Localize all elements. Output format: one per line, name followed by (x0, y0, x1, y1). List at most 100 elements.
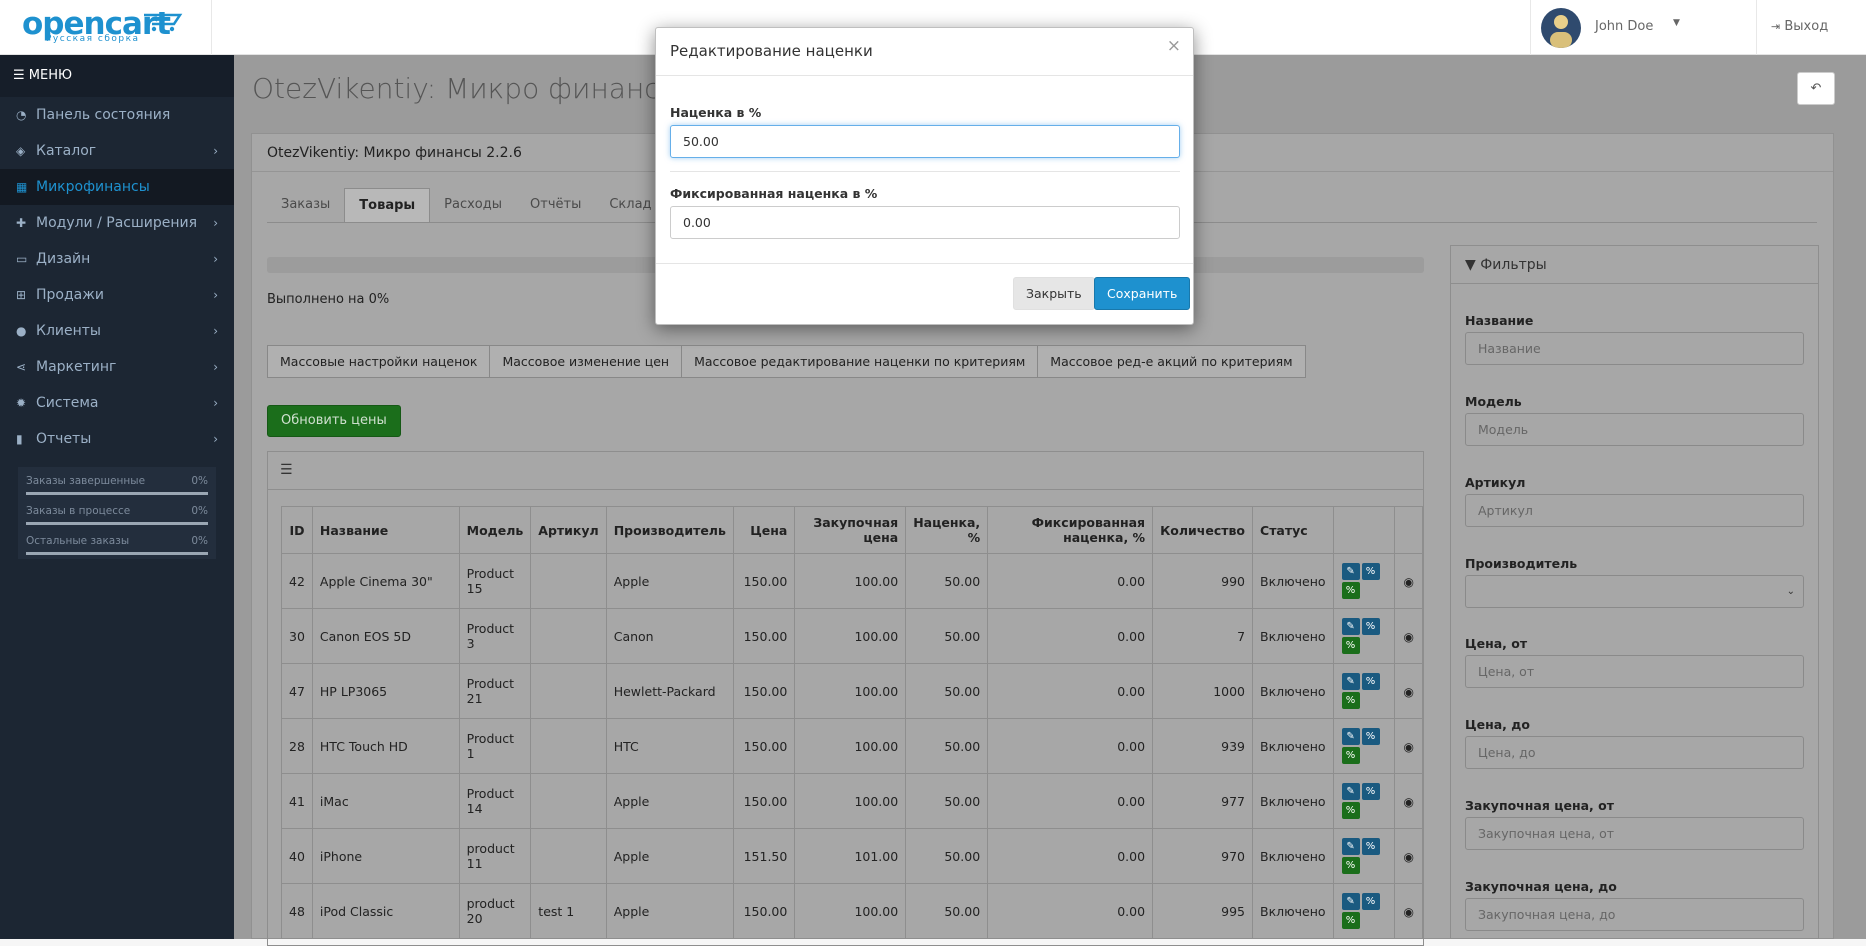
column-header[interactable]: Фиксированная наценка, % (987, 506, 1154, 554)
table-cell: Apple (605, 883, 734, 939)
pencil-icon[interactable]: ✎ (1341, 618, 1360, 635)
filter-price-to-label: Цена, до (1465, 717, 1530, 732)
percent-icon[interactable]: % (1361, 838, 1380, 855)
filter-cost-to-input[interactable]: Закупочная цена, до (1465, 898, 1804, 931)
sidebar-item-design[interactable]: ▭ Дизайн › (0, 241, 234, 277)
tab-orders[interactable]: Заказы (267, 188, 344, 222)
save-button[interactable]: Сохранить (1094, 277, 1191, 310)
percent-icon[interactable]: % (1361, 893, 1380, 910)
mass-markup-criteria-button[interactable]: Массовое редактирование наценки по крите… (681, 345, 1039, 378)
pencil-icon[interactable]: ✎ (1341, 673, 1360, 690)
fixed-markup-input[interactable] (670, 206, 1180, 239)
tab-products[interactable]: Товары (344, 188, 431, 222)
percent-icon[interactable]: % (1341, 802, 1360, 819)
back-button[interactable]: ↶ (1797, 72, 1835, 105)
pencil-icon[interactable]: ✎ (1341, 728, 1360, 745)
close-button[interactable]: Закрыть (1013, 277, 1095, 310)
menu-toggle[interactable]: ☰ МЕНЮ (0, 55, 234, 97)
pencil-icon[interactable]: ✎ (1341, 893, 1360, 910)
modal-header: Редактирование наценки × (656, 28, 1193, 76)
eye-icon[interactable]: ◉ (1403, 575, 1413, 589)
pencil-icon[interactable]: ✎ (1341, 783, 1360, 800)
percent-icon[interactable]: % (1341, 582, 1360, 599)
table-cell: Включено (1252, 883, 1334, 939)
filter-price-from-input[interactable]: Цена, от (1465, 655, 1804, 688)
table-row: 42 Apple Cinema 30" Product 15 Apple 150.00 1… (281, 553, 1423, 609)
pencil-icon[interactable]: ✎ (1341, 838, 1360, 855)
pencil-icon[interactable]: ✎ (1341, 563, 1360, 580)
sidebar-item-microfinance[interactable]: ▦ Микрофинансы (0, 169, 234, 205)
percent-icon[interactable]: % (1341, 692, 1360, 709)
table-cell: Product 21 (458, 663, 532, 719)
eye-icon[interactable]: ◉ (1403, 685, 1413, 699)
table-cell: 50.00 (905, 663, 989, 719)
table-cell: 150.00 (732, 883, 796, 939)
logout-button[interactable]: ⇥ Выход (1756, 0, 1866, 55)
column-header[interactable]: Название (311, 506, 460, 554)
column-header[interactable]: Модель (458, 506, 532, 554)
sidebar-item-label: Клиенты (36, 323, 101, 339)
chevron-right-icon: › (213, 288, 218, 302)
filter-price-to-input[interactable]: Цена, до (1465, 736, 1804, 769)
eye-icon[interactable]: ◉ (1403, 740, 1413, 754)
sidebar-item-label: Микрофинансы (36, 179, 150, 195)
filter-model-input[interactable]: Модель (1465, 413, 1804, 446)
eye-icon[interactable]: ◉ (1403, 850, 1413, 864)
percent-icon[interactable]: % (1361, 563, 1380, 580)
column-header[interactable]: Закупочная цена (794, 506, 907, 554)
row-actions: ✎%% (1332, 773, 1396, 829)
view-cell: ◉ (1394, 828, 1423, 884)
table-cell: Canon (605, 608, 734, 664)
tabs: Заказы Товары Расходы Отчёты Склад Н (267, 188, 703, 222)
tab-reports[interactable]: Отчёты (516, 188, 595, 222)
table-cell: 970 (1152, 828, 1254, 884)
percent-icon[interactable]: % (1361, 673, 1380, 690)
mass-price-change-button[interactable]: Массовое изменение цен (489, 345, 683, 378)
filter-name-input[interactable]: Название (1465, 332, 1804, 365)
eye-icon[interactable]: ◉ (1403, 630, 1413, 644)
percent-icon[interactable]: % (1341, 912, 1360, 929)
filter-manufacturer-select[interactable]: ⌄ (1465, 575, 1804, 608)
filter-sku-input[interactable]: Артикул (1465, 494, 1804, 527)
column-header[interactable]: ID (281, 506, 313, 554)
table-cell: test 1 (530, 883, 607, 939)
user-menu[interactable]: John Doe ▼ (1530, 0, 1756, 55)
table-cell: Включено (1252, 553, 1334, 609)
sidebar-item-dashboard[interactable]: ◔ Панель состояния (0, 97, 234, 133)
column-header[interactable]: Производитель (605, 506, 734, 554)
tab-expenses[interactable]: Расходы (430, 188, 516, 222)
sidebar-item-catalog[interactable]: ◈ Каталог › (0, 133, 234, 169)
sidebar-item-reports[interactable]: ▮ Отчеты › (0, 421, 234, 457)
eye-icon[interactable]: ◉ (1403, 905, 1413, 919)
chevron-right-icon: › (213, 360, 218, 374)
mass-markup-settings-button[interactable]: Массовые настройки наценок (267, 345, 491, 378)
sidebar-item-extensions[interactable]: ✚ Модули / Расширения › (0, 205, 234, 241)
sidebar-item-label: Модули / Расширения (36, 215, 198, 231)
sidebar-item-system[interactable]: ✹ Система › (0, 385, 234, 421)
mass-specials-criteria-button[interactable]: Массовое ред-е акций по критериям (1037, 345, 1306, 378)
percent-icon[interactable]: % (1341, 747, 1360, 764)
percent-icon[interactable]: % (1341, 637, 1360, 654)
eye-icon[interactable]: ◉ (1403, 795, 1413, 809)
percent-icon[interactable]: % (1341, 857, 1360, 874)
stat-bar (26, 552, 208, 555)
table-cell (530, 773, 607, 829)
column-header[interactable]: Наценка, % (905, 506, 989, 554)
column-header[interactable]: Артикул (530, 506, 607, 554)
markup-input[interactable] (670, 125, 1180, 158)
column-header[interactable]: Количество (1152, 506, 1254, 554)
column-header[interactable]: Цена (732, 506, 796, 554)
sidebar-item-sales[interactable]: ⊞ Продажи › (0, 277, 234, 313)
column-header[interactable]: Статус (1252, 506, 1334, 554)
percent-icon[interactable]: % (1361, 728, 1380, 745)
avatar (1541, 8, 1581, 48)
sidebar-item-customers[interactable]: ● Клиенты › (0, 313, 234, 349)
refresh-prices-button[interactable]: Обновить цены (267, 405, 401, 437)
filter-cost-from-input[interactable]: Закупочная цена, от (1465, 817, 1804, 850)
close-icon[interactable]: × (1167, 36, 1181, 56)
percent-icon[interactable]: % (1361, 618, 1380, 635)
percent-icon[interactable]: % (1361, 783, 1380, 800)
sidebar-item-marketing[interactable]: ⋖ Маркетинг › (0, 349, 234, 385)
logo[interactable]: opencart Русская сборка (0, 0, 212, 55)
list-icon: ☰ (280, 462, 293, 478)
